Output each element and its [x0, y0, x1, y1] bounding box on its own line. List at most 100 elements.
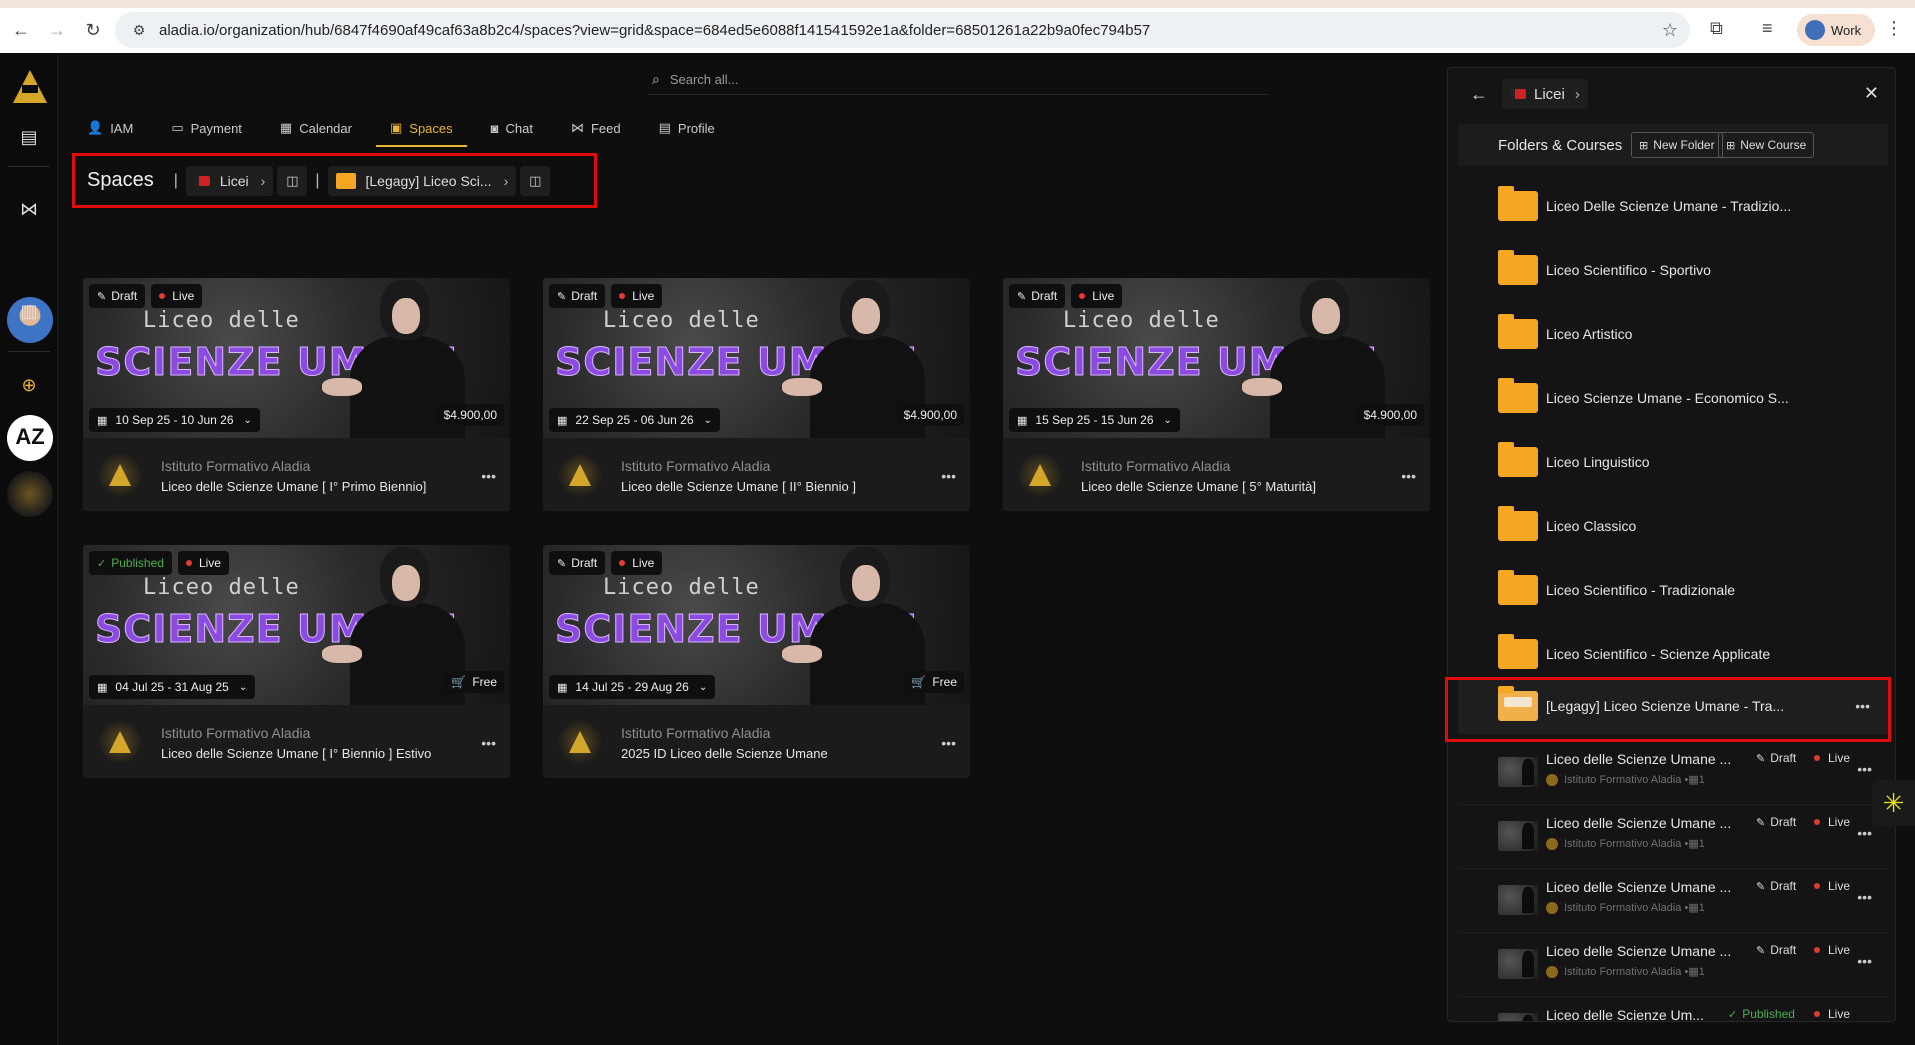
- date-range-dropdown[interactable]: ▦ 10 Sep 25 - 10 Jun 26 ⌄: [89, 408, 260, 432]
- book-icon[interactable]: ▥: [18, 301, 40, 323]
- date-range-label: 22 Sep 25 - 06 Jun 26: [575, 413, 694, 427]
- course-row[interactable]: Liceo delle Scienze Umane ... Istituto F…: [1458, 804, 1888, 864]
- more-options-icon[interactable]: •••: [1857, 825, 1872, 841]
- new-folder-button[interactable]: ⊞ New Folder: [1631, 132, 1723, 158]
- az-impianti-avatar[interactable]: AZ: [7, 415, 53, 461]
- chevron-right-icon[interactable]: ›: [261, 173, 266, 189]
- course-name[interactable]: Liceo delle Scienze Umane [ II° Biennio …: [621, 479, 856, 494]
- assistant-widget-icon[interactable]: ✳: [1872, 780, 1915, 826]
- rail-divider: [8, 166, 50, 167]
- course-banner[interactable]: Liceo delle SCIENZE UMANE ✎ Draft Live ▦…: [543, 278, 970, 438]
- breadcrumb-separator: |: [173, 171, 178, 189]
- tab-iam[interactable]: 👤 IAM: [73, 113, 147, 143]
- course-row[interactable]: Liceo delle Scienze Umane ... Istituto F…: [1458, 868, 1888, 928]
- folders-courses-bar: Folders & Courses ⊞ New Folder ⊞ New Cours…: [1458, 124, 1888, 166]
- course-row[interactable]: Liceo delle Scienze Umane ... Istituto F…: [1458, 740, 1888, 800]
- panel-toggle-icon[interactable]: ◫: [520, 165, 551, 196]
- price-badge: $4.900,00: [896, 404, 964, 426]
- more-options-icon[interactable]: •••: [481, 735, 496, 751]
- add-circle-icon[interactable]: ⊕: [18, 375, 40, 397]
- more-options-icon[interactable]: •••: [1857, 761, 1872, 777]
- course-banner[interactable]: Liceo delle SCIENZE UMANE ✎ Draft Live ▦…: [1003, 278, 1430, 438]
- folder-row[interactable]: Liceo Linguistico: [1458, 434, 1888, 490]
- close-icon[interactable]: ✕: [1864, 83, 1879, 104]
- folder-row[interactable]: Liceo Delle Scienze Umane - Tradizio...: [1458, 178, 1888, 234]
- more-options-icon[interactable]: •••: [941, 468, 956, 484]
- store-icon[interactable]: ▤: [18, 127, 40, 149]
- course-row[interactable]: Liceo delle Scienze Umane ... Istituto F…: [1458, 932, 1888, 992]
- course-card[interactable]: Liceo delle SCIENZE UMANE ✎ Draft Live ▦…: [1003, 278, 1430, 511]
- edit-icon: ✎: [97, 290, 107, 303]
- calendar-icon: ▦: [1688, 838, 1699, 850]
- reload-icon[interactable]: ↻: [78, 16, 108, 46]
- status-label: Published: [1742, 1007, 1795, 1021]
- folder-row[interactable]: Liceo Classico: [1458, 498, 1888, 554]
- panel-space-pill[interactable]: Licei ›: [1502, 79, 1588, 109]
- tab-feed[interactable]: ⋈ Feed: [557, 113, 635, 143]
- date-range-dropdown[interactable]: ▦ 22 Sep 25 - 06 Jun 26 ⌄: [549, 408, 720, 432]
- folder-row[interactable]: Liceo Scientifico - Tradizionale: [1458, 562, 1888, 618]
- browser-menu-icon[interactable]: ⋮: [1885, 18, 1903, 39]
- course-row-count: 1: [1698, 965, 1705, 978]
- aladia-logo[interactable]: [10, 67, 50, 107]
- share-icon: ⋈: [570, 120, 584, 135]
- course-row[interactable]: Liceo delle Scienze Um... ✓ Published Li…: [1458, 996, 1888, 1021]
- folder-row[interactable]: Liceo Scienze Umane - Economico S...: [1458, 370, 1888, 426]
- breadcrumb-space[interactable]: Licei ›: [185, 165, 274, 196]
- profile-chip[interactable]: Work: [1797, 14, 1875, 46]
- breadcrumb-folder[interactable]: [Legagy] Liceo Sci... ›: [327, 165, 517, 196]
- media-icon[interactable]: ≡: [1762, 18, 1773, 39]
- live-label: Live: [1828, 879, 1851, 893]
- course-banner[interactable]: Liceo delle SCIENZE UMANE ✎ Draft Live ▦…: [83, 278, 510, 438]
- folder-icon: [1498, 186, 1538, 221]
- extensions-icon[interactable]: ⧉: [1710, 18, 1723, 39]
- price-badge: 🛒 Free: [904, 671, 964, 693]
- date-range-dropdown[interactable]: ▦ 04 Jul 25 - 31 Aug 25 ⌄: [89, 675, 256, 699]
- course-thumbnail: [1498, 821, 1538, 851]
- chevron-right-icon[interactable]: ›: [504, 173, 509, 189]
- more-options-icon[interactable]: •••: [941, 735, 956, 751]
- more-options-icon[interactable]: •••: [1401, 468, 1416, 484]
- share-icon[interactable]: ⋈: [18, 199, 40, 221]
- course-banner[interactable]: Liceo delle SCIENZE UMANE ✎ Draft Live ▦…: [543, 545, 970, 705]
- spaces-icon: ▣: [389, 120, 403, 135]
- more-options-icon[interactable]: •••: [1857, 889, 1872, 905]
- back-arrow-icon[interactable]: ←: [1470, 84, 1488, 105]
- browser-toolbar: ← → ↻ ⚙ aladia.io/organization/hub/6847f…: [0, 8, 1915, 53]
- course-name[interactable]: Liceo delle Scienze Umane [ I° Primo Bie…: [161, 479, 426, 494]
- panel-toggle-icon[interactable]: ◫: [277, 165, 308, 196]
- tab-chat[interactable]: ◙ Chat: [477, 113, 547, 143]
- course-card[interactable]: Liceo delle SCIENZE UMANE ✎ Draft Live ▦…: [543, 545, 970, 778]
- org-mini-avatar: [1546, 773, 1558, 786]
- folder-row[interactable]: Liceo Scientifico - Scienze Applicate: [1458, 626, 1888, 682]
- tab-payment[interactable]: ▭ Payment: [157, 113, 256, 143]
- bookmark-star-icon[interactable]: ☆: [1662, 20, 1678, 41]
- aladia-org-avatar[interactable]: [7, 471, 53, 517]
- course-card[interactable]: Liceo delle SCIENZE UMANE ✎ Draft Live ▦…: [543, 278, 970, 511]
- course-name[interactable]: Liceo delle Scienze Umane [ 5° Maturità]: [1081, 479, 1316, 494]
- search-input[interactable]: ⌕ Search all...: [648, 65, 1268, 95]
- new-course-button[interactable]: ⊞ New Course: [1718, 132, 1815, 158]
- org-avatar: [97, 452, 143, 498]
- back-arrow-icon[interactable]: ←: [6, 16, 36, 46]
- folder-row[interactable]: Liceo Artistico: [1458, 306, 1888, 362]
- course-name[interactable]: Liceo delle Scienze Umane [ I° Biennio ]…: [161, 746, 431, 761]
- forward-arrow-icon[interactable]: →: [42, 16, 72, 46]
- chevron-right-icon[interactable]: ›: [1575, 86, 1580, 103]
- course-banner[interactable]: Liceo delle SCIENZE UMANE ✓ Published Li…: [83, 545, 510, 705]
- course-name[interactable]: 2025 ID Liceo delle Scienze Umane: [621, 746, 828, 761]
- tab-spaces[interactable]: ▣ Spaces: [375, 113, 467, 147]
- date-range-dropdown[interactable]: ▦ 15 Sep 25 - 15 Jun 26 ⌄: [1009, 408, 1180, 432]
- live-dot-icon: [1814, 755, 1820, 761]
- more-options-icon[interactable]: •••: [1857, 953, 1872, 969]
- date-range-dropdown[interactable]: ▦ 14 Jul 25 - 29 Aug 26 ⌄: [549, 675, 716, 699]
- more-options-icon[interactable]: •••: [481, 468, 496, 484]
- site-info-icon[interactable]: ⚙: [125, 22, 153, 39]
- course-card[interactable]: Liceo delle SCIENZE UMANE ✎ Draft Live ▦…: [83, 278, 510, 511]
- tab-calendar[interactable]: ▦ Calendar: [266, 113, 366, 143]
- tab-profile[interactable]: ▤ Profile: [645, 113, 729, 143]
- selected-folder-highlight: [1445, 677, 1891, 742]
- course-card[interactable]: Liceo delle SCIENZE UMANE ✓ Published Li…: [83, 545, 510, 778]
- address-bar[interactable]: ⚙ aladia.io/organization/hub/6847f4690af…: [115, 12, 1690, 48]
- folder-row[interactable]: Liceo Scientifico - Sportivo: [1458, 242, 1888, 298]
